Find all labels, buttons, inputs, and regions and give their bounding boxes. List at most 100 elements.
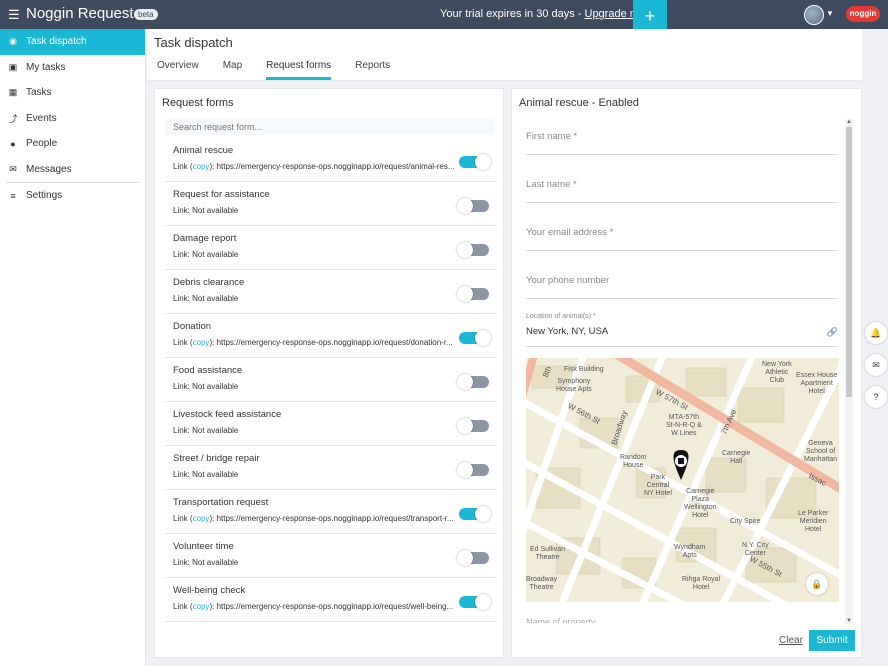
- map-label: Essex House Apartment Hotel: [796, 372, 838, 395]
- trial-notice: Your trial expires in 30 days - Upgrade …: [440, 8, 650, 20]
- sidebar-item-task-dispatch[interactable]: ◉ Task dispatch: [0, 29, 145, 55]
- scroll-thumb[interactable]: [846, 127, 852, 397]
- enable-toggle[interactable]: [459, 594, 491, 610]
- map-label: N.Y. City Center: [742, 542, 769, 557]
- form-url: https://emergency-response-ops.nogginapp…: [216, 162, 455, 171]
- envelope-icon: ✉: [9, 163, 17, 174]
- phone-placeholder: Your phone number: [526, 275, 610, 286]
- form-link: Link: Not available: [173, 250, 239, 259]
- tab-map[interactable]: Map: [223, 60, 242, 80]
- form-link: Link: Not available: [173, 470, 239, 479]
- form-row: Volunteer time Link: Not available: [165, 534, 497, 578]
- form-row: Debris clearance Link: Not available: [165, 270, 497, 314]
- sidebar-item-label: Task dispatch: [26, 36, 87, 48]
- sidebar-item-label: Events: [26, 112, 57, 124]
- form-name: Transportation request: [173, 497, 269, 508]
- help-button[interactable]: ?: [865, 386, 887, 408]
- enable-toggle[interactable]: [459, 330, 491, 346]
- enable-toggle[interactable]: [457, 418, 489, 434]
- map-graphic: [526, 358, 839, 602]
- sidebar-item-label: People: [26, 138, 58, 150]
- enable-toggle[interactable]: [457, 242, 489, 258]
- sidebar-item-events[interactable]: ⤴ Events: [0, 106, 145, 132]
- scrollbar[interactable]: ▲ ▼: [845, 119, 853, 624]
- location-value: New York, NY, USA: [526, 326, 609, 337]
- last-name-field[interactable]: Last name *: [526, 179, 838, 203]
- lock-icon[interactable]: 🔒: [806, 573, 828, 595]
- link-prefix: Link (: [173, 514, 193, 523]
- form-link: Link (copy): https://emergency-response-…: [173, 162, 457, 171]
- tab-request-forms[interactable]: Request forms: [266, 60, 332, 80]
- link-suffix: ):: [209, 162, 217, 171]
- phone-field[interactable]: Your phone number: [526, 275, 838, 299]
- first-name-field[interactable]: First name *: [526, 131, 838, 155]
- form-row: Livestock feed assistance Link: Not avail…: [165, 402, 497, 446]
- tab-overview[interactable]: Overview: [157, 60, 199, 80]
- enable-toggle[interactable]: [459, 506, 491, 522]
- link-icon[interactable]: 🔗: [827, 327, 838, 338]
- email-field[interactable]: Your email address *: [526, 227, 838, 251]
- sidebar-item-tasks[interactable]: ▦ Tasks: [0, 80, 145, 106]
- chevron-down-icon[interactable]: ▼: [826, 9, 834, 18]
- location-field[interactable]: Location of animal(s) * New York, NY, US…: [526, 313, 838, 347]
- map-label: Symphony House Apts: [556, 378, 592, 393]
- form-row: Transportation request Link (copy): https…: [165, 490, 497, 534]
- last-name-placeholder: Last name *: [526, 179, 577, 190]
- copy-link[interactable]: copy: [193, 338, 210, 347]
- form-name: Damage report: [173, 233, 237, 244]
- form-link: Link: Not available: [173, 294, 239, 303]
- request-forms-panel: Request forms Animal rescue Link (copy): …: [154, 88, 504, 658]
- avatar[interactable]: [804, 5, 824, 25]
- sidebar-item-label: Tasks: [26, 87, 52, 99]
- map-label: MTA-57th St-N-R-Q & W Lines: [666, 414, 702, 437]
- tab-reports[interactable]: Reports: [355, 60, 390, 80]
- location-map[interactable]: Fisk Building Symphony House Apts W 57th…: [526, 358, 839, 602]
- map-label: Carnegie Hall: [722, 450, 751, 465]
- toggle-knob: [457, 462, 473, 478]
- form-name: Debris clearance: [173, 277, 245, 288]
- first-name-placeholder: First name *: [526, 131, 578, 142]
- sidebar-item-people[interactable]: ● People: [0, 131, 145, 157]
- page-title: Task dispatch: [154, 35, 233, 50]
- copy-link[interactable]: copy: [193, 514, 210, 523]
- form-row: Damage report Link: Not available: [165, 226, 497, 270]
- form-row: Street / bridge repair Link: Not availabl…: [165, 446, 497, 490]
- map-label: Geneva School of Manhattan: [804, 440, 838, 463]
- sidebar-item-messages[interactable]: ✉ Messages: [0, 157, 145, 183]
- sidebar: ◉ Task dispatch ▣ My tasks ▦ Tasks ⤴ Eve…: [0, 29, 146, 666]
- scroll-up-icon[interactable]: ▲: [845, 119, 853, 125]
- envelope-icon[interactable]: ✉: [865, 354, 887, 376]
- link-suffix: ):: [209, 602, 217, 611]
- beta-badge: beta: [134, 9, 158, 20]
- form-url: https://emergency-response-ops.nogginapp…: [216, 514, 454, 523]
- toggle-knob: [457, 418, 473, 434]
- link-suffix: ):: [209, 338, 217, 347]
- map-label: Rihga Royal Hotel: [682, 576, 721, 591]
- search-input[interactable]: [165, 119, 495, 135]
- submit-button[interactable]: Submit: [809, 630, 855, 651]
- form-row: Request for assistance Link: Not availabl…: [165, 182, 497, 226]
- enable-toggle[interactable]: [457, 462, 489, 478]
- copy-link[interactable]: copy: [193, 602, 210, 611]
- scroll-down-icon[interactable]: ▼: [845, 618, 853, 624]
- link-prefix: Link (: [173, 162, 193, 171]
- form-name: Livestock feed assistance: [173, 409, 282, 420]
- bell-icon[interactable]: 🔔: [865, 322, 887, 344]
- sidebar-item-settings[interactable]: ≡ Settings: [0, 183, 145, 209]
- hamburger-icon[interactable]: ☰: [8, 7, 20, 23]
- copy-link[interactable]: copy: [193, 162, 210, 171]
- enable-toggle[interactable]: [457, 286, 489, 302]
- map-label: Ed Sullivan Theatre: [530, 546, 566, 561]
- enable-toggle[interactable]: [459, 154, 491, 170]
- clear-button[interactable]: Clear: [779, 635, 803, 646]
- sidebar-item-my-tasks[interactable]: ▣ My tasks: [0, 55, 145, 81]
- enable-toggle[interactable]: [457, 550, 489, 566]
- form-row: Animal rescue Link (copy): https://emerge…: [165, 138, 497, 182]
- enable-toggle[interactable]: [457, 198, 489, 214]
- form-name: Volunteer time: [173, 541, 234, 552]
- toggle-knob: [457, 286, 473, 302]
- tab-bar: Overview Map Request forms Reports: [157, 60, 414, 80]
- enable-toggle[interactable]: [457, 374, 489, 390]
- form-url: https://emergency-response-ops.nogginapp…: [216, 602, 454, 611]
- request-forms-title: Request forms: [162, 97, 234, 109]
